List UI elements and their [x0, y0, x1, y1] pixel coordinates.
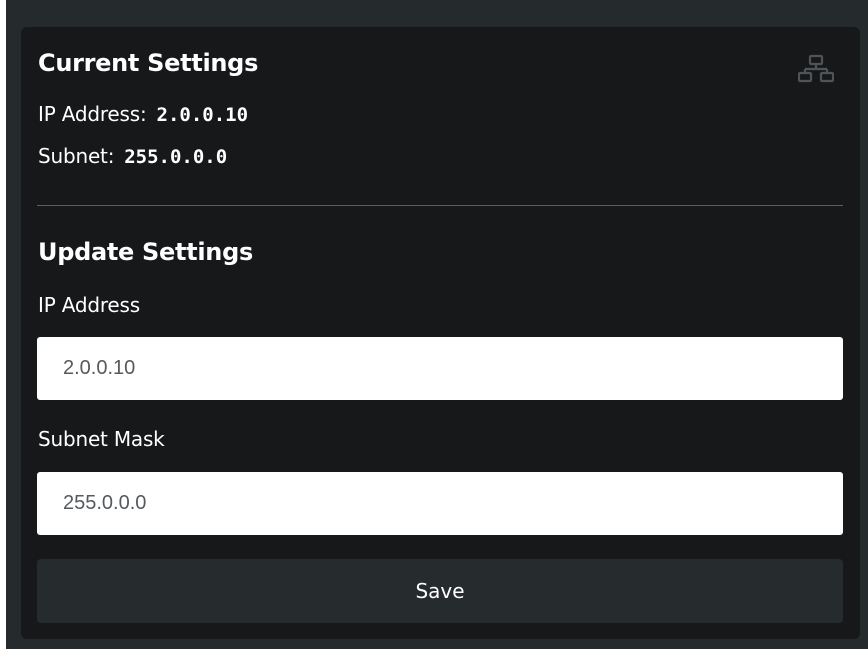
current-ip-label: IP Address: — [38, 102, 147, 126]
left-edge-strip — [0, 0, 6, 655]
current-ip-row: IP Address: 2.0.0.10 — [38, 102, 248, 126]
current-subnet-row: Subnet: 255.0.0.0 — [38, 144, 227, 168]
ip-address-input[interactable] — [37, 337, 843, 400]
section-divider — [37, 205, 843, 206]
page: Current Settings IP Address: 2.0.0.10 Sub… — [0, 0, 868, 655]
current-settings-title: Current Settings — [38, 49, 259, 77]
current-subnet-label: Subnet: — [38, 144, 115, 168]
subnet-mask-label: Subnet Mask — [38, 427, 165, 451]
bottom-edge-strip — [0, 649, 868, 655]
subnet-mask-input[interactable] — [37, 472, 843, 535]
current-ip-value: 2.0.0.10 — [156, 104, 249, 126]
current-subnet-value: 255.0.0.0 — [124, 146, 228, 168]
ip-address-label: IP Address — [38, 293, 140, 317]
network-icon — [798, 54, 834, 83]
update-settings-title: Update Settings — [38, 238, 253, 266]
network-settings-card: Current Settings IP Address: 2.0.0.10 Sub… — [21, 27, 860, 639]
save-button[interactable]: Save — [37, 559, 843, 623]
